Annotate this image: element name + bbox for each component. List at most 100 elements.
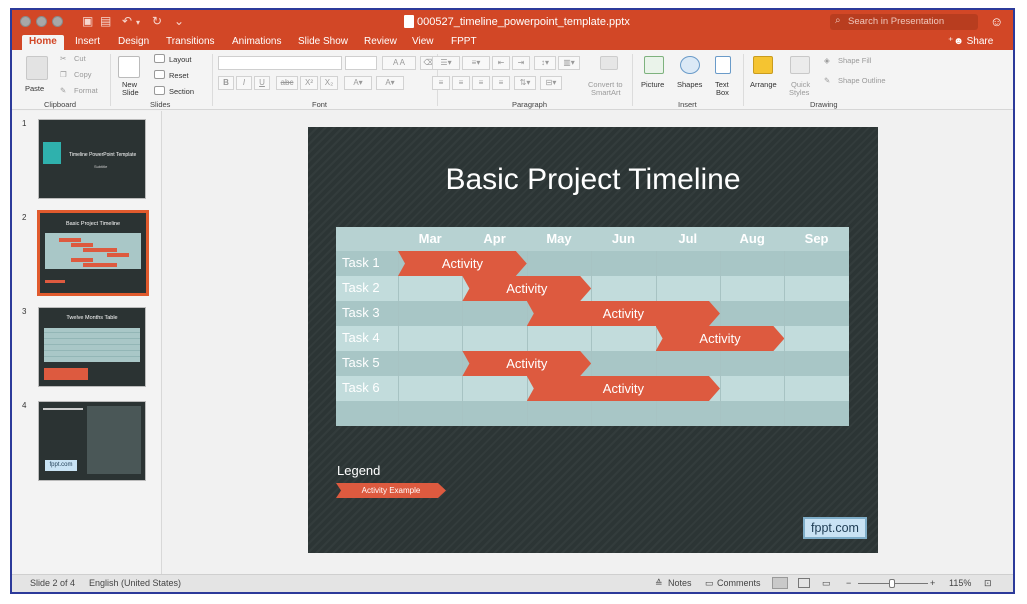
tab-slide-show[interactable]: Slide Show [291, 35, 355, 50]
zoom-level[interactable]: 115% [949, 578, 971, 588]
zoom-in-icon[interactable]: + [930, 578, 935, 588]
tab-home[interactable]: Home [22, 35, 64, 50]
legend-title[interactable]: Legend [337, 463, 380, 478]
paste-label[interactable]: Paste [25, 84, 44, 93]
bold-button[interactable]: B [218, 76, 234, 90]
undo-icon[interactable]: ↶ [122, 14, 132, 28]
shapes-button[interactable]: Shapes [677, 80, 702, 89]
legend-activity-example[interactable]: Activity Example [336, 483, 446, 498]
shape-outline-button[interactable]: Shape Outline [838, 76, 886, 85]
normal-view-icon[interactable] [772, 577, 788, 589]
comments-button[interactable]: Comments [717, 578, 761, 588]
new-slide-icon[interactable] [118, 56, 140, 78]
quick-styles-label-2[interactable]: Styles [789, 88, 809, 97]
quick-styles-icon[interactable] [790, 56, 810, 74]
align-center-icon[interactable]: ≡ [452, 76, 470, 90]
picture-icon[interactable] [644, 56, 664, 74]
table-cell [720, 301, 784, 326]
numbering-button[interactable]: ≡▾ [462, 56, 490, 70]
gantt-table[interactable]: Mar Apr May Jun Jul Aug Sep Task 1 Task 2 Task 3 T… [336, 227, 849, 426]
italic-button[interactable]: I [236, 76, 252, 90]
justify-icon[interactable]: ≡ [492, 76, 510, 90]
month-header-jun: Jun [611, 231, 635, 246]
search-input[interactable]: ⌕ Search in Presentation [830, 14, 978, 30]
align-text-button[interactable]: ⊟▾ [540, 76, 562, 90]
arrange-icon[interactable] [753, 56, 773, 74]
font-size-field[interactable] [345, 56, 377, 70]
align-right-icon[interactable]: ≡ [472, 76, 490, 90]
superscript-button[interactable]: X² [300, 76, 318, 90]
textbox-icon[interactable] [715, 56, 731, 74]
activity-bar[interactable]: Activity [462, 276, 591, 301]
tab-insert[interactable]: Insert [68, 35, 107, 50]
line-spacing-button[interactable]: ↕▾ [534, 56, 556, 70]
redo-icon[interactable]: ↻ [152, 14, 162, 28]
fppt-logo-badge[interactable]: fppt.com [803, 517, 867, 539]
thumb-subtitle: Subtitle [94, 164, 108, 169]
tab-animations[interactable]: Animations [225, 35, 288, 50]
tab-fppt[interactable]: FPPT [444, 35, 484, 50]
minimize-window-button[interactable] [36, 16, 47, 27]
increase-indent-icon[interactable]: ⇥ [512, 56, 530, 70]
slide-sorter-icon[interactable] [798, 578, 810, 588]
decrease-indent-icon[interactable]: ⇤ [492, 56, 510, 70]
tab-review[interactable]: Review [357, 35, 404, 50]
slide-thumbnail-panel[interactable]: 1 Timeline PowerPoint Template Subtitle … [12, 111, 162, 574]
activity-bar[interactable]: Activity [527, 376, 720, 401]
feedback-smiley-icon[interactable]: ☺ [990, 14, 1003, 29]
align-left-icon[interactable]: ≡ [432, 76, 450, 90]
copy-button[interactable]: Copy [74, 70, 92, 79]
activity-bar[interactable]: Activity [656, 326, 785, 351]
bullets-button[interactable]: ☰▾ [432, 56, 460, 70]
text-direction-button[interactable]: ⇅▾ [514, 76, 536, 90]
notes-button[interactable]: Notes [668, 578, 692, 588]
columns-button[interactable]: ▥▾ [558, 56, 580, 70]
activity-bar[interactable]: Activity [398, 251, 527, 276]
picture-button[interactable]: Picture [641, 80, 664, 89]
activity-bar[interactable]: Activity [462, 351, 591, 376]
zoom-slider-handle[interactable] [889, 579, 895, 588]
arrange-button[interactable]: Arrange [750, 80, 777, 89]
underline-button[interactable]: U [254, 76, 270, 90]
font-color-button[interactable]: A▾ [344, 76, 372, 90]
zoom-out-icon[interactable]: − [846, 578, 851, 588]
font-size-adjust-buttons[interactable]: A A [382, 56, 416, 70]
strikethrough-button[interactable]: abc [276, 76, 298, 90]
new-slide-label-2[interactable]: Slide [122, 88, 139, 97]
layout-button[interactable]: Layout [169, 55, 192, 64]
format-painter-button[interactable]: Format [74, 86, 98, 95]
tab-design[interactable]: Design [111, 35, 156, 50]
table-cell [784, 401, 848, 426]
cut-button[interactable]: Cut [74, 54, 86, 63]
shapes-icon[interactable] [680, 56, 700, 74]
close-window-button[interactable] [20, 16, 31, 27]
font-name-field[interactable] [218, 56, 342, 70]
activity-bar[interactable]: Activity [527, 301, 720, 326]
paste-icon[interactable] [26, 56, 48, 80]
slide-thumbnail-1[interactable]: Timeline PowerPoint Template Subtitle [38, 119, 146, 199]
subscript-button[interactable]: X₂ [320, 76, 338, 90]
slide-canvas[interactable]: Basic Project Timeline Mar Apr May Jun Jul Au… [308, 127, 878, 553]
slide-thumbnail-3[interactable]: Twelve Months Table [38, 307, 146, 387]
tab-transitions[interactable]: Transitions [159, 35, 222, 50]
slide-thumbnail-4[interactable]: fppt.com [38, 401, 146, 481]
convert-to-smartart-label-2[interactable]: SmartArt [591, 88, 621, 97]
textbox-label-2[interactable]: Box [716, 88, 729, 97]
highlight-button[interactable]: A▾ [376, 76, 404, 90]
reading-view-icon[interactable]: ▭ [822, 578, 831, 589]
reset-button[interactable]: Reset [169, 71, 189, 80]
slide-thumbnail-2[interactable]: Basic Project Timeline [37, 210, 149, 296]
section-button[interactable]: Section [169, 87, 194, 96]
zoom-window-button[interactable] [52, 16, 63, 27]
share-button[interactable]: ⁺☻ Share [948, 35, 993, 49]
language[interactable]: English (United States) [89, 578, 181, 588]
fit-to-window-icon[interactable]: ⊡ [984, 578, 992, 589]
shape-fill-button[interactable]: Shape Fill [838, 56, 871, 65]
tab-view[interactable]: View [405, 35, 441, 50]
slide-title[interactable]: Basic Project Timeline [308, 163, 878, 197]
print-icon[interactable]: ▤ [100, 14, 111, 28]
undo-dropdown-icon[interactable]: ▾ [136, 16, 140, 30]
customize-toolbar-icon[interactable]: ⌄ [174, 14, 184, 28]
save-icon[interactable]: ▣ [82, 14, 93, 28]
convert-to-smartart-icon[interactable] [600, 56, 618, 70]
